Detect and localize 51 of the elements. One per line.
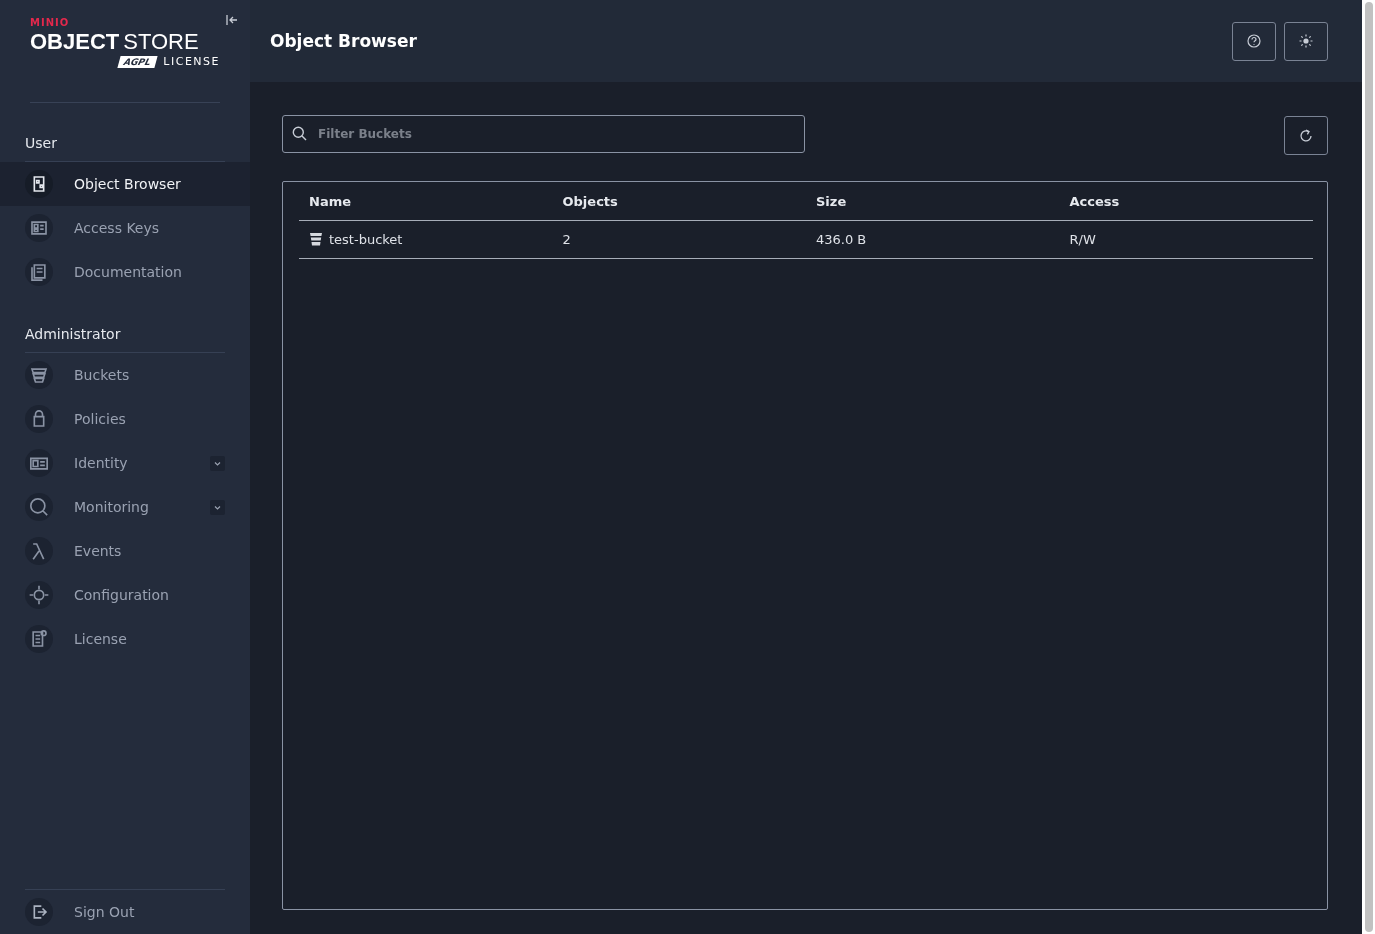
nav-icon [25, 449, 53, 477]
section-title: User [24, 134, 58, 153]
nav-item[interactable]: Object Browser [0, 162, 250, 206]
sign-out-icon [25, 898, 53, 926]
license-label: LICENSE [163, 55, 220, 68]
theme-toggle-button[interactable] [1284, 21, 1328, 61]
table-cell: 2 [562, 232, 571, 247]
scrollbar[interactable] [1362, 0, 1375, 934]
table-cell: 436.0 B [816, 232, 867, 247]
nav-item[interactable]: Monitoring [0, 485, 250, 529]
nav-icon [25, 170, 53, 198]
sun-icon [1299, 34, 1313, 48]
nav-icon [25, 537, 53, 565]
nav-icon [25, 258, 53, 286]
column-header[interactable]: Name [299, 182, 553, 220]
collapse-sidebar-icon[interactable] [225, 13, 239, 27]
search-icon [292, 126, 307, 141]
bucket-icon [309, 232, 323, 247]
nav-item[interactable]: Documentation [0, 250, 250, 294]
license-badge: AGPL [117, 55, 157, 68]
nav-item[interactable]: Buckets [0, 353, 250, 397]
nav-item[interactable]: License [0, 617, 250, 661]
nav-item[interactable]: Identity [0, 441, 250, 485]
search-field[interactable]: Filter Buckets [282, 115, 805, 153]
product-name-light: STORE [123, 29, 199, 55]
help-icon [1247, 34, 1261, 48]
brand-logo-text: MINIO [30, 17, 70, 29]
nav-item[interactable]: Events [0, 529, 250, 573]
column-header[interactable]: Access [1059, 182, 1313, 220]
refresh-icon [1299, 128, 1313, 143]
nav-item[interactable]: Policies [0, 397, 250, 441]
nav-icon [25, 214, 53, 242]
bucket-name[interactable]: test-bucket [329, 232, 403, 247]
nav-item[interactable]: Configuration [0, 573, 250, 617]
chevron-icon[interactable] [210, 499, 225, 515]
product-name-bold: OBJECT [30, 29, 120, 55]
nav-icon [25, 625, 53, 653]
page-title: Object Browser [270, 31, 417, 51]
nav-icon [25, 581, 53, 609]
column-header[interactable]: Size [806, 182, 1060, 220]
nav-icon [25, 361, 53, 389]
section-title: Administrator [24, 325, 122, 344]
nav-icon [25, 405, 53, 433]
refresh-button[interactable] [1284, 116, 1328, 155]
sign-out-item[interactable]: Sign Out [0, 890, 250, 934]
chevron-icon[interactable] [210, 455, 225, 471]
nav-item[interactable]: Access Keys [0, 206, 250, 250]
column-header[interactable]: Objects [552, 182, 806, 220]
nav-icon [25, 493, 53, 521]
table-cell: R/W [1069, 232, 1096, 247]
help-button[interactable] [1232, 21, 1276, 61]
